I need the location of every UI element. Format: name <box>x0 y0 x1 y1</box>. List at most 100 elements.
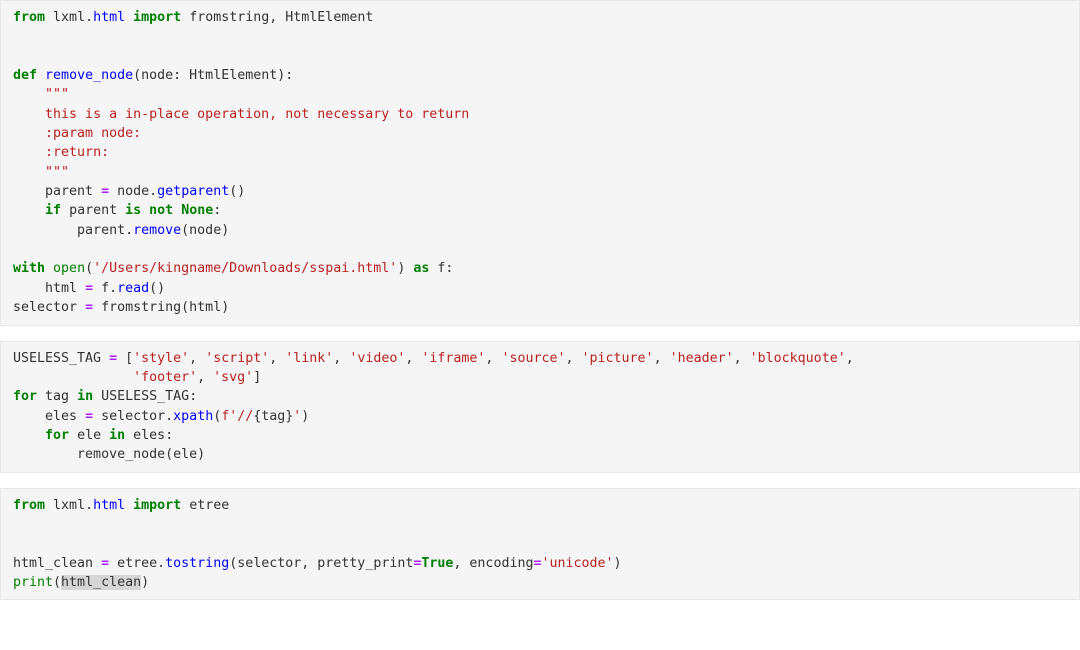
arg-selector: selector <box>237 555 302 571</box>
code-line: for tag in USELESS_TAG: <box>13 387 1073 406</box>
code-cell-3-source[interactable]: from lxml.html import etree html_clean =… <box>1 496 1079 593</box>
code-line: if parent is not None: <box>13 201 1073 220</box>
docstring-text-3: :return: <box>45 145 110 161</box>
punct-colon: : <box>213 203 222 219</box>
tag-footer: 'footer' <box>133 369 198 385</box>
name-etree: etree <box>117 555 158 571</box>
punct-paren-close: ) <box>221 222 230 238</box>
keyword-as: as <box>413 261 430 277</box>
punct-bracket: [ <box>125 350 134 366</box>
attr-remove: remove <box>133 222 182 238</box>
module-lxml: lxml <box>53 10 86 25</box>
code-line: html_clean = etree.tostring(selector, pr… <box>13 554 1073 573</box>
code-line: """ <box>13 163 1073 182</box>
punct-paren-close: ) <box>197 447 206 463</box>
code-line: parent = node.getparent() <box>13 182 1073 201</box>
fstring-prefix: f'// <box>221 408 254 424</box>
punct-comma: , <box>733 350 750 366</box>
module-html: html <box>93 497 126 513</box>
call-fromstring: fromstring <box>101 300 182 316</box>
fstring-interpolation-tag: {tag} <box>253 408 294 424</box>
code-cell-3[interactable]: from lxml.html import etree html_clean =… <box>0 487 1080 601</box>
var-useless-tag: USELESS_TAG <box>13 350 102 366</box>
tag-style: 'style' <box>133 350 190 366</box>
keyword-in: in <box>109 427 126 443</box>
punct-paren-close: ) <box>141 574 150 590</box>
keyword-not: not <box>149 203 174 219</box>
docstring-text-1: this is a in-place operation, not necess… <box>45 106 470 122</box>
tag-iframe: 'iframe' <box>421 350 486 366</box>
punct-paren: ( <box>181 300 190 316</box>
tag-svg: 'svg' <box>213 369 254 385</box>
code-line: with open('/Users/kingname/Downloads/ssp… <box>13 259 1073 278</box>
operator-assign: = <box>85 280 94 296</box>
operator-assign: = <box>109 350 118 366</box>
code-line: parent.remove(node) <box>13 221 1073 240</box>
keyword-for: for <box>45 427 70 443</box>
code-line: from lxml.html import etree <box>13 496 1073 515</box>
keyword-is: is <box>125 203 142 219</box>
punct-comma: , <box>333 350 350 366</box>
operator-assign: = <box>101 184 110 200</box>
var-parent: parent <box>69 203 118 219</box>
arg-node: node <box>189 222 222 238</box>
keyword-import: import <box>133 497 182 513</box>
punct-bracket-close: ] <box>253 369 262 385</box>
keyword-from: from <box>13 10 46 25</box>
punct-comma: , <box>189 350 206 366</box>
code-line: this is a in-place operation, not necess… <box>13 105 1073 124</box>
var-node: node <box>117 184 150 200</box>
keyword-for: for <box>13 389 38 405</box>
punct-comma: , <box>269 10 286 25</box>
punct-paren-close: ): <box>277 68 294 84</box>
tag-picture: 'picture' <box>581 350 654 366</box>
name-htmlelement: HtmlElement <box>285 10 374 25</box>
string-file-path: '/Users/kingname/Downloads/sspai.html' <box>93 261 398 277</box>
var-html-clean: html_clean <box>13 555 94 571</box>
code-cell-1[interactable]: from lxml.html import fromstring, HtmlEl… <box>0 0 1080 326</box>
punct-comma: , <box>485 350 502 366</box>
tag-video: 'video' <box>349 350 406 366</box>
punct-dot: . <box>149 184 158 200</box>
operator-assign: = <box>85 408 94 424</box>
keyword-def: def <box>13 68 38 84</box>
code-line: :return: <box>13 143 1073 162</box>
code-line: remove_node(ele) <box>13 445 1073 464</box>
module-html: html <box>93 10 126 25</box>
var-useless-tag: USELESS_TAG <box>101 389 190 405</box>
builtin-print: print <box>13 574 54 590</box>
docstring-open-quote: """ <box>45 87 70 103</box>
code-cell-2-source[interactable]: USELESS_TAG = ['style', 'script', 'link'… <box>1 349 1079 465</box>
code-line: print(html_clean) <box>13 573 1073 592</box>
kwarg-pretty-print: pretty_print <box>317 555 414 571</box>
code-line: for ele in eles: <box>13 426 1073 445</box>
code-line: :param node: <box>13 124 1073 143</box>
notebook-code-listing: from lxml.html import fromstring, HtmlEl… <box>0 0 1080 601</box>
punct-comma: , <box>301 555 318 571</box>
var-eles: eles <box>133 427 166 443</box>
punct-colon: : <box>173 68 190 84</box>
punct-dot: . <box>157 555 166 571</box>
code-line: html = f.read() <box>13 279 1073 298</box>
punct-dot: . <box>85 10 94 25</box>
keyword-true: True <box>421 555 454 571</box>
attr-xpath: xpath <box>173 408 214 424</box>
punct-paren: ( <box>85 261 94 277</box>
punct-dot: . <box>109 280 118 296</box>
punct-paren: ( <box>181 222 190 238</box>
string-unicode: 'unicode' <box>541 555 614 571</box>
keyword-in: in <box>77 389 94 405</box>
var-selector: selector <box>101 408 166 424</box>
code-line: from lxml.html import fromstring, HtmlEl… <box>13 8 1073 27</box>
code-line: 'footer', 'svg'] <box>13 368 1073 387</box>
punct-comma: , <box>405 350 422 366</box>
arg-ele: ele <box>173 447 198 463</box>
punct-colon: : <box>445 261 454 277</box>
code-line: """ <box>13 85 1073 104</box>
code-cell-1-source[interactable]: from lxml.html import fromstring, HtmlEl… <box>1 8 1079 318</box>
code-cell-2[interactable]: USELESS_TAG = ['style', 'script', 'link'… <box>0 340 1080 473</box>
docstring-close-quote: """ <box>45 164 70 180</box>
code-line: USELESS_TAG = ['style', 'script', 'link'… <box>13 349 1073 368</box>
